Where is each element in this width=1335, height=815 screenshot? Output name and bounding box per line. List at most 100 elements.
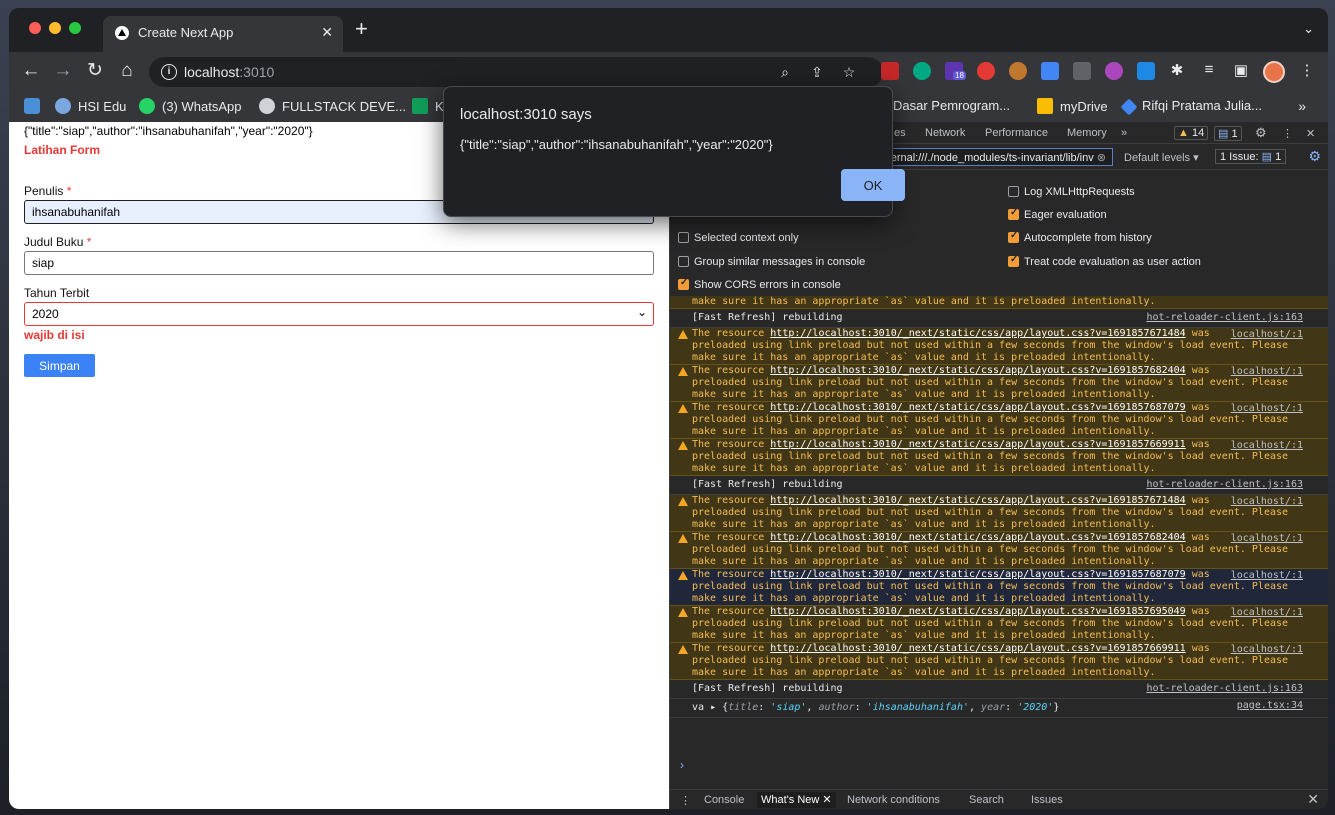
bookmark-item[interactable]: FULLSTACK DEVE... — [259, 98, 406, 116]
source-link[interactable]: localhost/:1 — [1231, 644, 1303, 656]
translate-extension-icon[interactable] — [1041, 62, 1059, 80]
minimize-window-button[interactable] — [49, 22, 61, 34]
source-link[interactable]: localhost/:1 — [1231, 440, 1303, 452]
extension-icon[interactable] — [1137, 62, 1155, 80]
media-icon[interactable]: ≡ — [1199, 61, 1219, 78]
source-link[interactable]: localhost/:1 — [1231, 496, 1303, 508]
extension-icon[interactable]: 18 — [945, 62, 966, 80]
console-settings-icon[interactable]: ⚙ — [1308, 148, 1321, 165]
extension-icon[interactable] — [881, 62, 899, 80]
tab-network[interactable]: Network — [925, 127, 965, 139]
resource-link[interactable]: http://localhost:3010/_next/static/css/a… — [770, 495, 1185, 506]
warning-count-badge[interactable]: ▲ 14 — [1174, 126, 1209, 140]
devtools-menu-icon[interactable]: ⋮ — [1282, 127, 1293, 140]
bookmark-item[interactable]: Rifqi Pratama Julia... — [1120, 98, 1262, 116]
bookmark-item[interactable] — [24, 98, 47, 116]
browser-tab[interactable]: Create Next App ✕ — [103, 16, 343, 52]
bookmark-item[interactable]: Dasar Pemrogram... — [893, 98, 1010, 116]
new-tab-button[interactable]: + — [355, 18, 368, 40]
log-xhr-checkbox[interactable]: Log XMLHttpRequests — [1008, 186, 1135, 198]
source-link[interactable]: page.tsx:34 — [1237, 700, 1303, 712]
settings-gear-icon[interactable]: ⚙ — [1255, 125, 1267, 141]
source-link[interactable]: hot-reloader-client.js:163 — [1146, 683, 1303, 695]
more-tabs-icon[interactable]: » — [1121, 127, 1127, 139]
source-link[interactable]: localhost/:1 — [1231, 403, 1303, 415]
menu-kebab-icon[interactable]: ⋮ — [1297, 61, 1317, 79]
url-text[interactable]: localhost:3010 — [184, 64, 274, 80]
source-link[interactable]: hot-reloader-client.js:163 — [1146, 479, 1303, 491]
autocomplete-history-checkbox[interactable]: Autocomplete from history — [1008, 230, 1152, 244]
reload-icon[interactable]: ↻ — [83, 59, 107, 83]
save-button[interactable]: Simpan — [24, 354, 95, 377]
side-panel-icon[interactable]: ▣ — [1231, 61, 1251, 79]
resource-link[interactable]: http://localhost:3010/_next/static/css/a… — [770, 606, 1185, 617]
warning-line: make sure it has an appropriate `as` val… — [692, 556, 1156, 567]
tab-search-icon[interactable]: ⌄ — [1303, 21, 1314, 37]
drawer-tab-whats-new[interactable]: What's New ✕ — [757, 792, 836, 808]
tahun-select[interactable]: 2020 ⌄ — [24, 302, 654, 326]
checkbox-checked-icon — [1008, 207, 1019, 220]
profile-avatar[interactable] — [1263, 61, 1285, 83]
ok-button[interactable]: OK — [841, 169, 905, 201]
home-icon[interactable]: ⌂ — [115, 59, 139, 83]
drawer-tab-network-conditions[interactable]: Network conditions — [847, 794, 940, 806]
share-icon[interactable]: ⇪ — [807, 62, 827, 82]
close-devtools-icon[interactable]: ✕ — [1306, 127, 1315, 140]
judul-input[interactable]: siap — [24, 251, 654, 275]
eval-result-object[interactable]: {title: 'siap', author: 'ihsanabuhanifah… — [722, 702, 1059, 713]
resource-link[interactable]: http://localhost:3010/_next/static/css/a… — [770, 532, 1185, 543]
bookmark-item[interactable]: (3) WhatsApp — [139, 98, 241, 116]
bookmark-item[interactable]: HSI Edu — [55, 98, 126, 116]
resource-link[interactable]: http://localhost:3010/_next/static/css/a… — [770, 402, 1185, 413]
extension-icon[interactable] — [1009, 62, 1027, 80]
source-link[interactable]: localhost/:1 — [1231, 366, 1303, 378]
source-link[interactable]: localhost/:1 — [1231, 607, 1303, 619]
log-levels-dropdown[interactable]: Default levels ▾ — [1124, 151, 1199, 164]
bookmarks-overflow-icon[interactable]: » — [1298, 98, 1306, 114]
close-drawer-icon[interactable]: ✕ — [1307, 791, 1319, 808]
tab-memory[interactable]: Memory — [1067, 127, 1107, 139]
resource-link[interactable]: http://localhost:3010/_next/static/css/a… — [770, 328, 1185, 339]
cors-errors-checkbox[interactable]: Show CORS errors in console — [678, 277, 841, 291]
group-similar-checkbox[interactable]: Group similar messages in console — [678, 256, 865, 268]
forward-icon[interactable]: → — [51, 59, 75, 83]
tab-sources[interactable]: es — [894, 127, 906, 139]
back-icon[interactable]: ← — [19, 59, 43, 83]
resource-link[interactable]: http://localhost:3010/_next/static/css/a… — [770, 439, 1185, 450]
extension-icon[interactable] — [977, 62, 995, 80]
eager-evaluation-checkbox[interactable]: Eager evaluation — [1008, 207, 1107, 221]
close-icon[interactable]: ✕ — [822, 794, 831, 806]
source-link[interactable]: localhost/:1 — [1231, 533, 1303, 545]
resource-link[interactable]: http://localhost:3010/_next/static/css/a… — [770, 569, 1185, 580]
close-window-button[interactable] — [29, 22, 41, 34]
zoom-icon[interactable]: ⌕ — [775, 62, 795, 82]
tab-performance[interactable]: Performance — [985, 127, 1048, 139]
selected-context-checkbox[interactable]: Selected context only — [678, 232, 799, 244]
extension-icon[interactable] — [913, 62, 931, 80]
console-prompt[interactable]: › — [680, 758, 684, 772]
resource-link[interactable]: http://localhost:3010/_next/static/css/a… — [770, 365, 1185, 376]
drawer-tab-search[interactable]: Search — [969, 794, 1004, 806]
bookmark-item[interactable]: myDrive — [1037, 98, 1108, 116]
drawer-tab-console[interactable]: Console — [704, 794, 744, 806]
treat-eval-checkbox[interactable]: Treat code evaluation as user action — [1008, 254, 1201, 268]
resource-link[interactable]: http://localhost:3010/_next/static/css/a… — [770, 643, 1185, 654]
extensions-puzzle-icon[interactable]: ✱ — [1167, 61, 1187, 79]
site-info-icon[interactable]: i — [161, 64, 177, 80]
extension-icon[interactable] — [1105, 62, 1123, 80]
warning-text: was — [1185, 328, 1210, 339]
address-bar[interactable]: i localhost:3010 ⌕ ⇪ ☆ — [149, 57, 883, 87]
drawer-menu-icon[interactable]: ⋮ — [680, 794, 691, 807]
bookmark-item[interactable]: K — [412, 98, 444, 116]
source-link[interactable]: localhost/:1 — [1231, 329, 1303, 341]
tab-close-icon[interactable]: ✕ — [321, 24, 333, 41]
source-link[interactable]: hot-reloader-client.js:163 — [1146, 312, 1303, 324]
extension-icon[interactable] — [1073, 62, 1091, 80]
message-count-badge[interactable]: ▤ 1 — [1214, 126, 1242, 141]
issues-button[interactable]: 1 Issue: ▤ 1 — [1215, 149, 1287, 164]
maximize-window-button[interactable] — [69, 22, 81, 34]
clear-filter-icon[interactable]: ⊗ — [1097, 152, 1106, 164]
drawer-tab-issues[interactable]: Issues — [1031, 794, 1063, 806]
bookmark-star-icon[interactable]: ☆ — [839, 62, 859, 82]
source-link[interactable]: localhost/:1 — [1231, 570, 1303, 582]
